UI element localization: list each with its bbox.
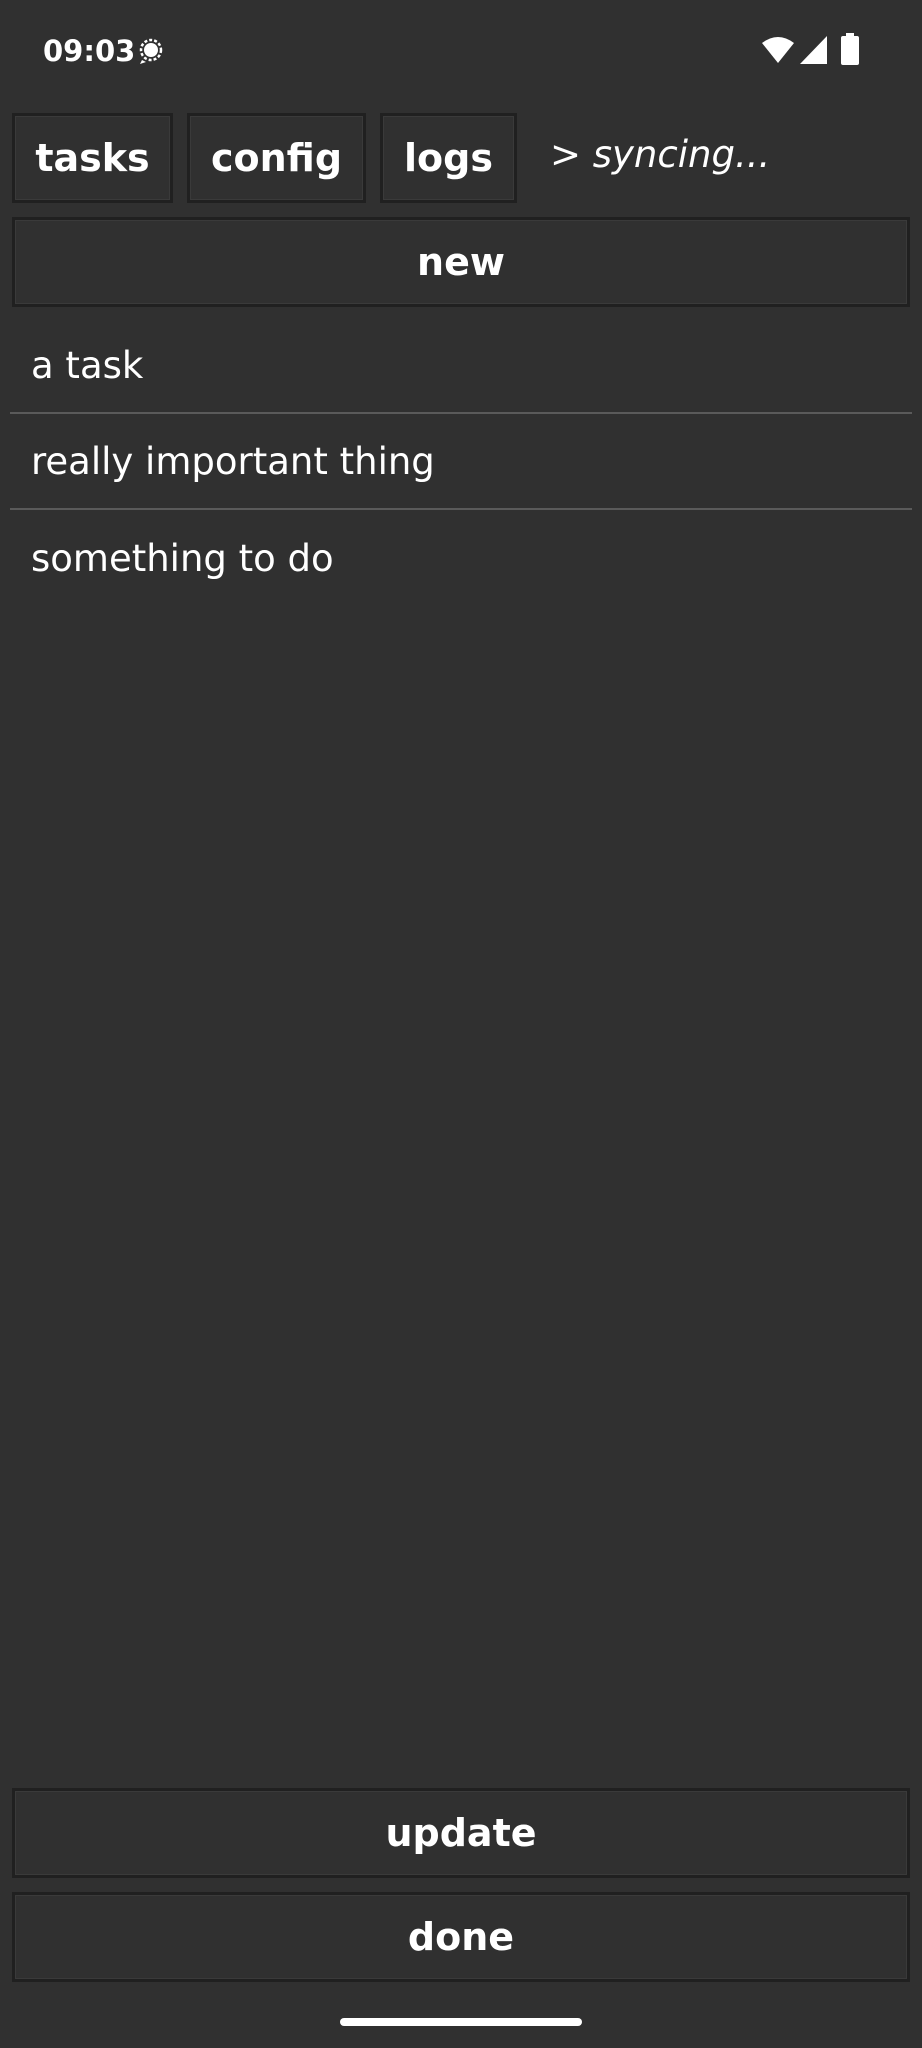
signal-icon	[800, 36, 827, 64]
tab-logs[interactable]: logs	[380, 113, 517, 203]
sync-status: > syncing...	[550, 133, 771, 176]
wifi-icon	[762, 37, 794, 63]
status-time: 09:03	[43, 34, 136, 68]
new-task-button[interactable]: new	[12, 217, 910, 307]
battery-icon	[841, 33, 859, 65]
update-button[interactable]: update	[12, 1788, 910, 1878]
notification-icon	[139, 38, 163, 64]
list-item[interactable]: really important thing	[10, 414, 912, 510]
done-button[interactable]: done	[12, 1892, 910, 1982]
home-indicator[interactable]	[340, 2018, 582, 2026]
list-item[interactable]: something to do	[10, 510, 912, 606]
tab-tasks[interactable]: tasks	[12, 113, 173, 203]
tab-config[interactable]: config	[187, 113, 366, 203]
task-list: a task really important thing something …	[10, 318, 912, 606]
status-bar: 09:03	[0, 0, 922, 104]
list-item[interactable]: a task	[10, 318, 912, 414]
